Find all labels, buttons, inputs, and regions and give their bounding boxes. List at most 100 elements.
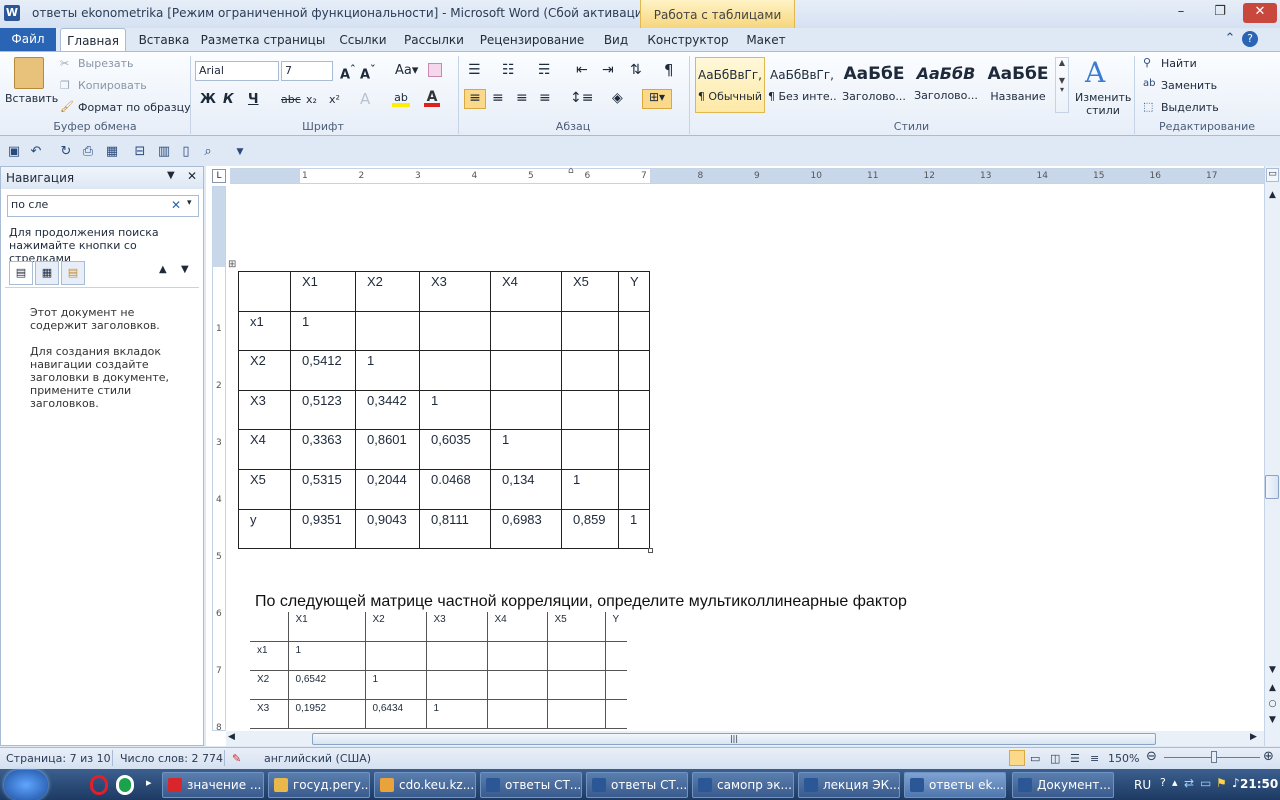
search-options-icon[interactable]: ▾ — [187, 198, 192, 208]
table-header-cell[interactable]: Y — [605, 612, 627, 642]
table-row-header[interactable]: X3 — [238, 389, 291, 431]
table-cell[interactable] — [605, 641, 627, 671]
draft-view-icon[interactable]: ≡ — [1090, 752, 1099, 765]
table-row-header[interactable]: x1 — [238, 310, 291, 352]
borders-icon[interactable]: ⊞▾ — [642, 89, 672, 109]
taskbar-item[interactable]: значение ... — [162, 772, 264, 798]
horizontal-scroll-thumb[interactable]: ||| — [312, 733, 1156, 745]
strikethrough-button[interactable]: abc — [281, 93, 301, 106]
table-cell[interactable] — [547, 670, 606, 700]
table-cell[interactable] — [490, 389, 562, 431]
minimize-ribbon-icon[interactable]: ⌃ — [1222, 31, 1238, 47]
prev-page-icon[interactable]: ▲ — [1266, 683, 1279, 697]
table-cell[interactable]: 1 — [419, 389, 491, 431]
tab-review[interactable]: Рецензирование — [476, 28, 588, 52]
nav-next-icon[interactable]: ▼ — [181, 264, 189, 275]
taskbar-item[interactable]: cdo.keu.kz... — [374, 772, 476, 798]
nav-headings-tab-icon[interactable]: ▤ — [9, 261, 33, 285]
table-cell[interactable] — [561, 310, 619, 352]
line-spacing-icon[interactable]: ↕≡ — [570, 90, 593, 106]
table-icon[interactable]: ▦ — [104, 144, 120, 160]
table-cell[interactable] — [419, 310, 491, 352]
subscript-button[interactable]: x₂ — [306, 93, 317, 106]
table-cell[interactable]: 0,1952 — [288, 699, 366, 729]
taskbar-item[interactable]: ответы ek... — [904, 772, 1006, 798]
taskbar-item[interactable]: госуд.регу... — [268, 772, 370, 798]
ruler-toggle-icon[interactable]: ▭ — [1266, 168, 1279, 182]
style-title[interactable]: АаБбЕ Название — [983, 57, 1053, 113]
table-row-header[interactable]: X3 — [250, 699, 289, 729]
find-button[interactable]: Найти — [1161, 57, 1197, 70]
align-right-icon[interactable]: ≡ — [516, 90, 528, 106]
save-icon[interactable]: ▣ — [6, 144, 22, 160]
table-cell[interactable]: 0,6035 — [419, 429, 491, 470]
format-painter-button[interactable]: Формат по образцу — [78, 101, 191, 114]
table-cell[interactable] — [490, 350, 562, 391]
browse-object-icon[interactable]: ○ — [1266, 699, 1279, 713]
table-cell[interactable]: 0,6542 — [288, 670, 366, 700]
minimize-button[interactable]: – — [1168, 3, 1194, 23]
table-cell[interactable] — [490, 310, 562, 352]
tab-selector-icon[interactable]: L — [212, 169, 226, 183]
tray-expand-icon[interactable]: ▴ — [1172, 776, 1178, 789]
table-header-cell[interactable]: X1 — [290, 271, 356, 312]
tab-mailings[interactable]: Рассылки — [400, 28, 468, 52]
status-word-count[interactable]: Число слов: 2 774 — [120, 752, 223, 765]
taskbar-item[interactable]: лекция ЭК... — [798, 772, 900, 798]
table-cell[interactable] — [426, 641, 488, 671]
table-cell[interactable] — [618, 389, 650, 431]
style-heading-1[interactable]: АаБбЕ Заголово... — [839, 57, 909, 113]
change-case-button[interactable]: Aa▾ — [395, 63, 418, 78]
show-marks-icon[interactable]: ¶ — [664, 61, 674, 79]
scroll-up-icon[interactable]: ▲ — [1266, 190, 1279, 204]
decrease-indent-icon[interactable]: ⇤ — [576, 62, 588, 78]
table-header-cell[interactable] — [250, 612, 289, 642]
select-button[interactable]: Выделить — [1161, 101, 1219, 114]
style-heading-2[interactable]: АаБбВ Заголово... — [911, 57, 981, 113]
vertical-scroll-thumb[interactable] — [1265, 475, 1279, 499]
vertical-ruler[interactable] — [212, 186, 226, 731]
table-header-cell[interactable]: X5 — [547, 612, 606, 642]
table-cell[interactable] — [618, 350, 650, 391]
text-effects-icon[interactable]: A — [360, 90, 370, 108]
word-app-icon[interactable]: W — [4, 5, 20, 21]
restore-button[interactable]: ❐ — [1207, 3, 1233, 23]
align-left-icon[interactable]: ≡ — [464, 89, 486, 109]
table-cell[interactable] — [487, 641, 548, 671]
table-resize-handle[interactable] — [648, 548, 653, 553]
table-cell[interactable] — [605, 699, 627, 729]
nav-close-icon[interactable]: ✕ — [187, 169, 197, 183]
outline-view-icon[interactable]: ☰ — [1070, 752, 1080, 765]
style-no-spacing[interactable]: АаБбВвГг, ¶ Без инте... — [767, 57, 837, 113]
nav-menu-icon[interactable]: ▼ — [167, 170, 175, 181]
next-page-icon[interactable]: ▼ — [1266, 715, 1279, 729]
tab-references[interactable]: Ссылки — [334, 28, 392, 52]
page-icon[interactable]: ▯ — [178, 144, 194, 160]
table-row-header[interactable]: X4 — [238, 429, 291, 470]
tray-flag-icon[interactable]: ⚑ — [1216, 776, 1227, 790]
table-cell[interactable]: 0,859 — [561, 508, 619, 550]
table-header-cell[interactable] — [238, 271, 291, 312]
nav-pages-tab-icon[interactable]: ▦ — [35, 261, 59, 285]
grow-font-button[interactable]: Aˆ Aˇ — [340, 63, 376, 82]
clear-search-icon[interactable]: ✕ — [171, 198, 181, 212]
table-header-cell[interactable]: X3 — [426, 612, 488, 642]
taskbar-arrow-icon[interactable]: ▸ — [146, 776, 152, 789]
table-header-cell[interactable]: X4 — [487, 612, 548, 642]
change-styles-button[interactable]: Изменить стили — [1075, 91, 1131, 117]
close-button[interactable]: ✕ — [1243, 3, 1277, 23]
table-row-header[interactable]: X5 — [238, 468, 291, 510]
tab-design[interactable]: Конструктор — [645, 28, 731, 52]
table-cell[interactable]: 0,3363 — [290, 429, 356, 470]
zoom-out-icon[interactable]: ⊖ — [1146, 749, 1157, 764]
table-cell[interactable]: 1 — [426, 699, 488, 729]
table-row-header[interactable]: y — [238, 508, 291, 550]
print-icon[interactable]: ⎙ — [80, 144, 96, 160]
table-header-cell[interactable]: X3 — [419, 271, 491, 312]
undo-icon[interactable]: ↶ — [28, 144, 44, 160]
superscript-button[interactable]: x² — [329, 93, 340, 106]
table-cell[interactable]: 0,5412 — [290, 350, 356, 391]
tab-insert[interactable]: Вставка — [136, 28, 192, 52]
style-normal[interactable]: АаБбВвГг, ¶ Обычный — [695, 57, 765, 113]
table-cell[interactable] — [355, 310, 420, 352]
